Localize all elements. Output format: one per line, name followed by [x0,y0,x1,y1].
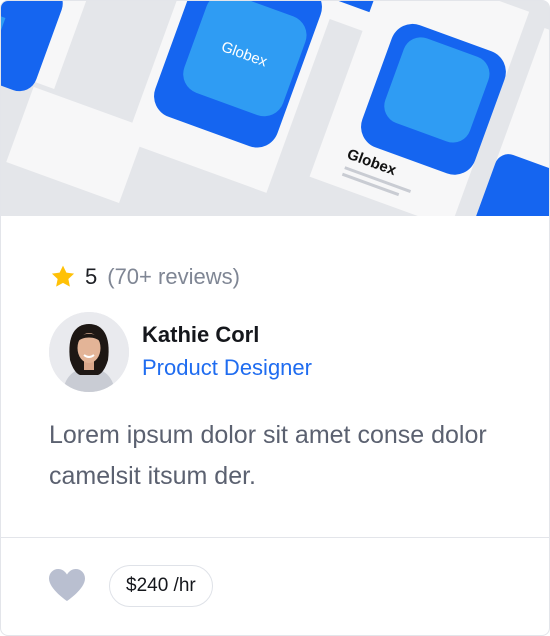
profile: Kathie Corl Product Designer [49,312,312,392]
star-icon [51,265,75,287]
person-info: Kathie Corl Product Designer [142,320,312,384]
designer-card: Globex Globex 5 (70+ reviews) Kathie Cor… [0,0,550,636]
card-footer: $240 /hr [1,538,549,635]
avatar[interactable] [49,312,129,392]
rating-value: 5 [85,264,98,289]
price-badge: $240 /hr [109,565,213,607]
person-role: Product Designer [142,355,312,380]
hero-image: Globex Globex [1,1,549,216]
rating: 5 (70+ reviews) [49,263,240,291]
review-count[interactable]: (70+ reviews) [107,264,240,290]
description: Lorem ipsum dolor sit amet conse dolor c… [49,421,487,490]
heart-icon[interactable] [48,568,86,602]
person-name[interactable]: Kathie Corl [142,320,312,350]
